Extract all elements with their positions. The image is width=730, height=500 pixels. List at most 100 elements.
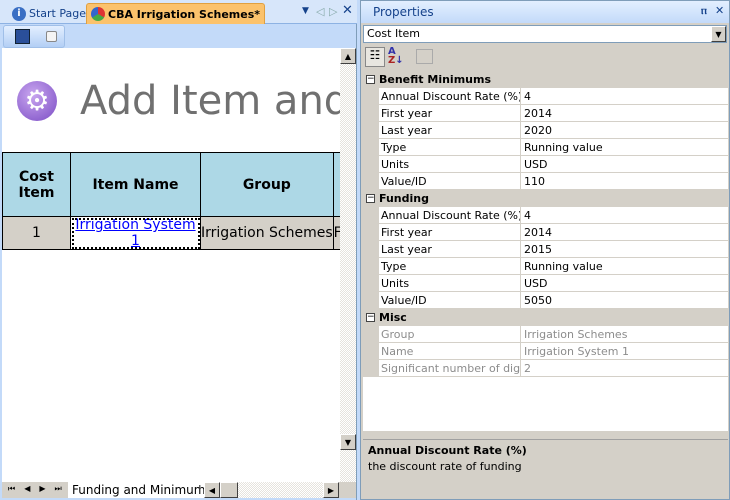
collapse-icon[interactable]: −	[366, 75, 375, 84]
property-row[interactable]: Last year 2020	[363, 122, 728, 139]
property-name: First year	[379, 105, 521, 121]
sheet-tab-funding-and-minimums[interactable]: Funding and Minimums	[68, 482, 216, 498]
property-value[interactable]: Running value	[521, 258, 728, 274]
scroll-tabs-right-icon[interactable]: ▷	[329, 5, 337, 18]
gear-icon: ⚙	[17, 81, 57, 121]
property-row[interactable]: Significant number of digits 2	[363, 360, 728, 377]
object-selector[interactable]: Cost Item ▼	[363, 25, 727, 43]
property-row[interactable]: Value/ID 110	[363, 173, 728, 190]
property-row[interactable]: Name Irrigation System 1	[363, 343, 728, 360]
property-row[interactable]: First year 2014	[363, 224, 728, 241]
property-name: Type	[379, 139, 521, 155]
info-icon: i	[12, 6, 26, 21]
description-title: Annual Discount Rate (%)	[368, 444, 527, 457]
collapse-icon[interactable]: −	[366, 194, 375, 203]
description-pane: Annual Discount Rate (%) the discount ra…	[363, 439, 728, 497]
property-pages-icon[interactable]	[416, 49, 433, 64]
cba-icon	[91, 7, 105, 21]
header-more	[332, 152, 340, 217]
property-row[interactable]: Group Irrigation Schemes	[363, 326, 728, 343]
tab-cba-irrigation-schemes[interactable]: CBA Irrigation Schemes*	[86, 3, 266, 24]
property-row[interactable]: Type Running value	[363, 139, 728, 156]
alphabetical-sort-icon[interactable]: A Z↓	[388, 47, 404, 66]
property-name: Significant number of digits	[381, 360, 521, 376]
property-value[interactable]: 2014	[521, 224, 728, 240]
scroll-tabs-left-icon[interactable]: ◁	[316, 5, 324, 18]
checkbox-icon[interactable]	[46, 31, 57, 42]
document-pane: i Start Page CBA Irrigation Schemes* ▼ ◁…	[0, 0, 357, 500]
category-row[interactable]: − Benefit Minimums	[363, 71, 728, 88]
property-value[interactable]: USD	[521, 156, 728, 172]
header-group: Group	[200, 152, 334, 217]
property-row[interactable]: First year 2014	[363, 105, 728, 122]
categorized-view-icon[interactable]: ☷	[365, 47, 385, 67]
property-value[interactable]: 4	[521, 88, 728, 104]
property-value[interactable]: 5050	[521, 292, 728, 308]
category-row[interactable]: − Misc	[363, 309, 728, 326]
property-row[interactable]: Annual Discount Rate (%) 4	[363, 88, 728, 105]
cell-group[interactable]: Irrigation Schemes	[200, 216, 334, 250]
property-row[interactable]: Type Running value	[363, 258, 728, 275]
category-row[interactable]: − Funding	[363, 190, 728, 207]
property-value[interactable]: 2014	[521, 105, 728, 121]
properties-panel: Properties ⲡ ✕ Cost Item ▼ ☷ A Z↓ − Benefi…	[360, 0, 730, 500]
table-row: 1 Irrigation System 1 Irrigation Schemes…	[2, 216, 340, 250]
collapse-icon[interactable]: −	[366, 313, 375, 322]
property-name: Last year	[379, 241, 521, 257]
cell-cost-item[interactable]: 1	[2, 216, 71, 250]
property-name: Group	[379, 326, 521, 342]
property-row[interactable]: Annual Discount Rate (%) 4	[363, 207, 728, 224]
property-value[interactable]: Running value	[521, 139, 728, 155]
property-row[interactable]: Units USD	[363, 275, 728, 292]
property-row[interactable]: Units USD	[363, 156, 728, 173]
property-name: Units	[379, 156, 521, 172]
property-value[interactable]: 2	[521, 360, 728, 376]
property-value[interactable]: Irrigation System 1	[521, 343, 728, 359]
property-name: Annual Discount Rate (%)	[381, 88, 521, 104]
property-name: Value/ID	[379, 292, 521, 308]
property-name: First year	[379, 224, 521, 240]
property-value[interactable]: 110	[521, 173, 728, 189]
pin-icon[interactable]: ⲡ	[701, 4, 707, 18]
horizontal-scroll-thumb[interactable]	[220, 482, 238, 498]
property-row[interactable]: Last year 2015	[363, 241, 728, 258]
tab-start-page[interactable]: i Start Page	[8, 3, 90, 24]
property-value[interactable]: 4	[521, 207, 728, 223]
property-value[interactable]: USD	[521, 275, 728, 291]
property-name: Value/ID	[379, 173, 521, 189]
worksheet: ⚙ Add Item and Cost Item Item Name Group…	[2, 48, 340, 482]
save-icon[interactable]	[15, 29, 30, 44]
scroll-up-icon[interactable]: ▲	[340, 48, 356, 64]
sheet-navigation-icons[interactable]: ⏮◀▶⏭	[8, 484, 71, 494]
items-table: Cost Item Item Name Group 1 Irrigation S…	[2, 152, 340, 250]
page-title: Add Item and	[80, 78, 340, 124]
scroll-right-icon[interactable]: ▶	[323, 482, 339, 498]
sheet-tab-next[interactable]: I	[198, 483, 202, 497]
property-value[interactable]: 2015	[521, 241, 728, 257]
vertical-scrollbar[interactable]: ▲ ▼	[340, 48, 356, 482]
property-name: Name	[379, 343, 521, 359]
tab-list-dropdown-icon[interactable]: ▼	[302, 6, 309, 16]
header-item-name: Item Name	[70, 152, 201, 217]
scroll-left-icon[interactable]: ◀	[204, 482, 220, 498]
properties-title: Properties	[361, 1, 729, 23]
property-name: Last year	[379, 122, 521, 138]
horizontal-scrollbar[interactable]: ◀ ▶	[204, 482, 339, 498]
property-value[interactable]: 2020	[521, 122, 728, 138]
property-row[interactable]: Value/ID 5050	[363, 292, 728, 309]
close-panel-icon[interactable]: ✕	[715, 4, 724, 17]
property-name: Units	[379, 275, 521, 291]
document-toolbar	[3, 25, 65, 48]
sheet-tab-bar: ⏮◀▶⏭ Funding and Minimums I ◀ ▶	[2, 482, 356, 498]
document-tabstrip: i Start Page CBA Irrigation Schemes* ▼ ◁…	[0, 0, 357, 24]
close-document-icon[interactable]: ✕	[342, 3, 353, 18]
item-name-link[interactable]: Irrigation System 1	[75, 217, 195, 249]
scroll-down-icon[interactable]: ▼	[340, 434, 356, 450]
header-cost-item: Cost Item	[2, 152, 71, 217]
property-name: Annual Discount Rate (%)	[381, 207, 521, 223]
chevron-down-icon[interactable]: ▼	[711, 26, 726, 42]
cell-item-name[interactable]: Irrigation System 1	[70, 216, 201, 250]
property-name: Type	[379, 258, 521, 274]
property-value[interactable]: Irrigation Schemes	[521, 326, 728, 342]
cell-more[interactable]: F	[332, 216, 340, 250]
